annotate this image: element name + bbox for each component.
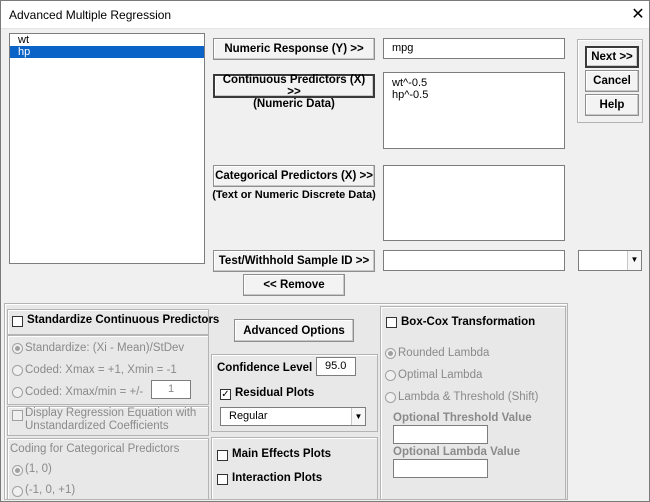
optimal-lambda-label: Optimal Lambda xyxy=(398,369,483,381)
help-label: Help xyxy=(599,99,625,111)
close-icon[interactable]: ✕ xyxy=(629,4,647,24)
boxcox-checkbox[interactable] xyxy=(386,317,397,328)
standardize-option-label: Standardize: (Xi - Mean)/StDev xyxy=(25,342,185,354)
continuous-predictors-list[interactable]: wt^-0.5 hp^-0.5 xyxy=(383,72,565,149)
residual-dropdown-value: Regular xyxy=(229,410,268,422)
lambda-threshold-label: Lambda & Threshold (Shift) xyxy=(398,391,539,403)
numeric-response-button[interactable]: Numeric Response (Y) >> xyxy=(213,38,375,60)
categorical-predictors-button[interactable]: Categorical Predictors (X) >> xyxy=(213,165,375,187)
coded-maxmin-label: Coded: Xmax/min = +/- xyxy=(25,386,144,398)
rounded-lambda-radio[interactable] xyxy=(385,348,396,359)
coded-maxmin-radio[interactable] xyxy=(12,387,23,398)
next-label: Next >> xyxy=(591,51,633,63)
test-withhold-button[interactable]: Test/Withhold Sample ID >> xyxy=(213,250,375,272)
coding-1-0-label: (1, 0) xyxy=(25,463,52,475)
continuous-predictors-button[interactable]: Continuous Predictors (X) >> xyxy=(213,74,375,98)
coded-radio[interactable] xyxy=(12,365,23,376)
standardize-radio[interactable] xyxy=(12,343,23,354)
threshold-field[interactable] xyxy=(393,425,488,444)
standardize-label: Standardize Continuous Predictors xyxy=(27,314,220,326)
interaction-checkbox[interactable] xyxy=(217,474,228,485)
window-title: Advanced Multiple Regression xyxy=(9,8,172,22)
display-equation-checkbox[interactable] xyxy=(12,410,23,421)
test-withhold-dropdown[interactable]: ▼ xyxy=(578,250,642,271)
test-withhold-label: Test/Withhold Sample ID >> xyxy=(218,255,370,267)
cancel-label: Cancel xyxy=(593,75,631,87)
dialog-window: Advanced Multiple Regression ✕ wt hp Num… xyxy=(0,0,650,502)
variable-list[interactable]: wt hp xyxy=(9,33,205,264)
plots-group xyxy=(211,437,378,500)
test-withhold-field[interactable] xyxy=(383,250,565,271)
residual-label: Residual Plots xyxy=(235,387,315,399)
continuous-predictors-label: Continuous Predictors (X) >> xyxy=(222,74,366,98)
lambda-value-field[interactable] xyxy=(393,459,488,478)
lambda-value-label: Optional Lambda Value xyxy=(393,446,521,458)
categorical-predictors-list[interactable] xyxy=(383,165,565,241)
main-effects-label: Main Effects Plots xyxy=(232,448,332,460)
remove-button[interactable]: << Remove xyxy=(243,274,345,296)
interaction-label: Interaction Plots xyxy=(232,472,323,484)
coding-label: Coding for Categorical Predictors xyxy=(10,443,180,455)
list-item[interactable]: wt xyxy=(10,34,204,46)
confidence-label: Confidence Level xyxy=(217,362,313,374)
confidence-field[interactable]: 95.0 xyxy=(316,357,356,376)
chevron-down-icon[interactable]: ▼ xyxy=(627,251,641,270)
numeric-data-label: (Numeric Data) xyxy=(253,98,335,110)
rounded-lambda-label: Rounded Lambda xyxy=(398,347,490,359)
next-button[interactable]: Next >> xyxy=(585,46,639,68)
numeric-response-label: Numeric Response (Y) >> xyxy=(224,43,364,55)
help-button[interactable]: Help xyxy=(585,94,639,116)
residual-dropdown[interactable]: Regular ▼ xyxy=(220,407,366,426)
remove-label: << Remove xyxy=(263,279,325,291)
residual-checkbox[interactable]: ✓ xyxy=(220,389,231,400)
boxcox-label: Box-Cox Transformation xyxy=(401,316,536,328)
list-item[interactable]: hp xyxy=(10,46,204,58)
categorical-predictors-label: Categorical Predictors (X) >> xyxy=(215,170,373,182)
coding-1-0-radio[interactable] xyxy=(12,465,23,476)
lambda-threshold-radio[interactable] xyxy=(385,392,396,403)
threshold-label: Optional Threshold Value xyxy=(393,412,532,424)
coding-neg1-label: (-1, 0, +1) xyxy=(25,484,76,496)
list-item[interactable]: hp^-0.5 xyxy=(384,89,564,101)
display-equation-label-1: Display Regression Equation with xyxy=(25,407,197,419)
main-effects-checkbox[interactable] xyxy=(217,450,228,461)
text-numeric-discrete-label: (Text or Numeric Discrete Data) xyxy=(212,189,376,201)
standardize-checkbox[interactable] xyxy=(12,316,23,327)
optimal-lambda-radio[interactable] xyxy=(385,370,396,381)
numeric-response-field[interactable]: mpg xyxy=(383,38,565,59)
title-bar: Advanced Multiple Regression ✕ xyxy=(1,1,649,29)
cancel-button[interactable]: Cancel xyxy=(585,70,639,92)
chevron-down-icon[interactable]: ▼ xyxy=(351,408,365,425)
advanced-options-button[interactable]: Advanced Options xyxy=(234,319,354,342)
coding-neg1-radio[interactable] xyxy=(12,486,23,497)
display-equation-label-2: Unstandardized Coefficients xyxy=(25,420,169,432)
advanced-options-label: Advanced Options xyxy=(243,324,345,337)
list-item[interactable]: wt^-0.5 xyxy=(384,77,564,89)
coded-maxmin-field[interactable]: 1 xyxy=(151,380,191,399)
coded-option-label: Coded: Xmax = +1, Xmin = -1 xyxy=(25,364,177,376)
